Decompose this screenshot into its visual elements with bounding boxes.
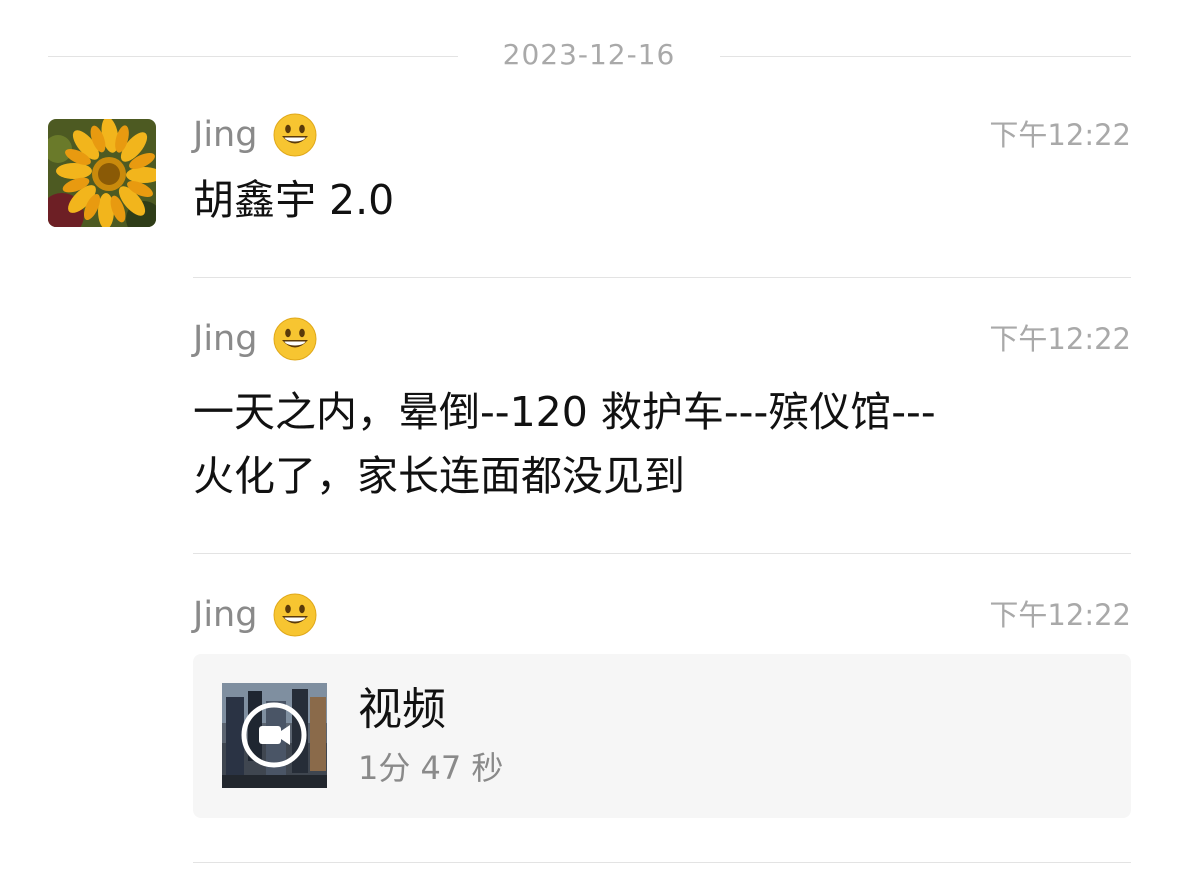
message-text-line: 一天之内，晕倒--120 救护车---殡仪馆--- xyxy=(193,388,936,436)
message-item[interactable]: Jing 下午12:22 胡鑫宇 2.0 xyxy=(193,112,1131,278)
video-camera-icon xyxy=(259,726,281,744)
grinning-face-icon xyxy=(273,593,317,637)
sunflower-avatar-image xyxy=(48,119,156,227)
message-text[interactable]: 一天之内，晕倒--120 救护车---殡仪馆--- 火化了，家长连面都没见到 xyxy=(193,380,1113,508)
message-sender: Jing xyxy=(193,592,317,638)
divider-line-left xyxy=(48,56,458,57)
message-time: 下午12:22 xyxy=(989,118,1131,152)
message-item[interactable]: Jing 下午12:22 视频 1分 47 秒 xyxy=(193,592,1131,864)
message-sender: Jing xyxy=(193,316,317,362)
sender-name: Jing xyxy=(193,319,258,359)
message-item[interactable]: Jing 下午12:22 一天之内，晕倒--120 救护车---殡仪馆--- 火… xyxy=(193,316,1131,554)
sender-avatar[interactable] xyxy=(48,119,156,227)
message-separator xyxy=(193,553,1131,554)
message-separator xyxy=(193,277,1131,278)
video-title: 视频 xyxy=(358,684,446,735)
video-duration: 1分 47 秒 xyxy=(358,749,504,787)
message-text-line: 火化了，家长连面都没见到 xyxy=(193,452,685,500)
message-sender: Jing xyxy=(193,112,317,158)
divider-line-right xyxy=(720,56,1131,57)
grinning-face-icon xyxy=(273,113,317,157)
video-card[interactable]: 视频 1分 47 秒 xyxy=(193,654,1131,818)
date-label: 2023-12-16 xyxy=(502,38,676,71)
message-time: 下午12:22 xyxy=(989,598,1131,632)
message-separator xyxy=(193,862,1131,863)
message-text[interactable]: 胡鑫宇 2.0 xyxy=(193,168,1113,232)
date-divider: 2023-12-16 xyxy=(48,36,1131,76)
message-time: 下午12:22 xyxy=(989,322,1131,356)
grinning-face-icon xyxy=(273,317,317,361)
video-thumbnail-image xyxy=(222,683,327,788)
sender-name: Jing xyxy=(193,115,258,155)
video-thumbnail[interactable] xyxy=(222,683,327,788)
sender-name: Jing xyxy=(193,595,258,635)
